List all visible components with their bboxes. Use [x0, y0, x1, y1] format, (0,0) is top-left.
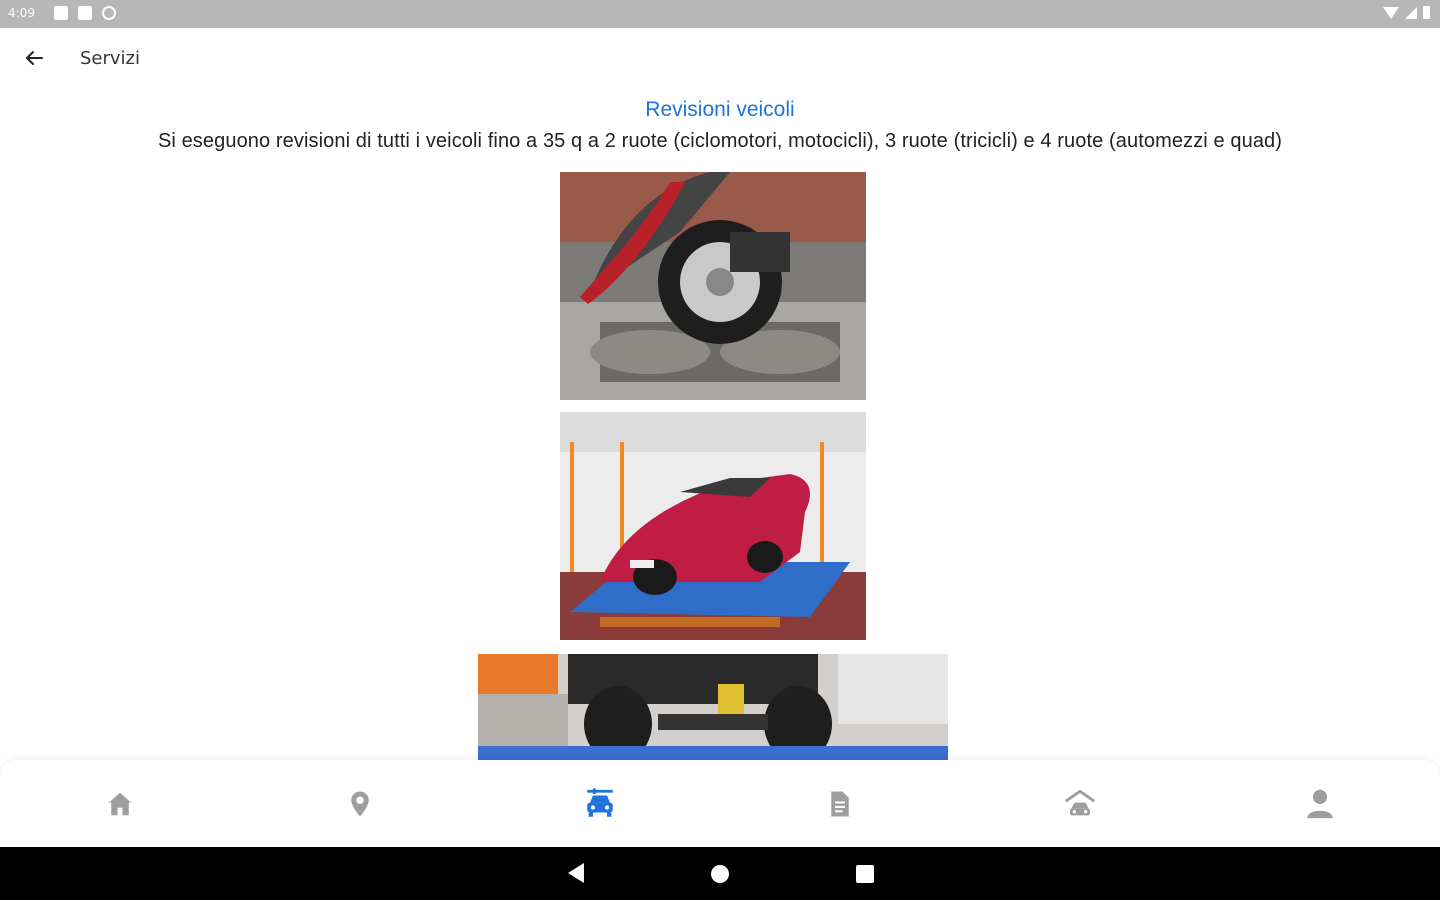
car-service-icon — [587, 788, 613, 817]
back-button[interactable] — [18, 42, 50, 74]
wifi-icon — [1383, 6, 1399, 19]
triangle-back-icon — [568, 863, 584, 883]
nav-services[interactable] — [578, 782, 622, 826]
square-recents-icon — [856, 865, 874, 883]
location-pin-icon — [351, 791, 369, 817]
app-bar: Servizi — [0, 28, 1440, 90]
nav-garage[interactable] — [1058, 782, 1102, 826]
bottom-navigation — [0, 760, 1440, 847]
system-recents-button[interactable] — [855, 864, 875, 888]
service-heading: Revisioni veicoli — [645, 98, 795, 121]
service-detail: Revisioni veicoli Si eseguono revisioni … — [0, 90, 1440, 760]
nav-documents[interactable] — [818, 782, 862, 826]
system-home-button[interactable] — [710, 864, 730, 888]
quad-test-photo — [478, 654, 948, 760]
system-navigation-bar — [0, 847, 1440, 900]
signal-icon — [1405, 6, 1417, 19]
system-back-button[interactable] — [566, 861, 586, 889]
nav-home[interactable] — [98, 782, 142, 826]
page-title: Servizi — [80, 48, 141, 69]
status-system-icons — [1383, 6, 1430, 19]
nav-profile[interactable] — [1298, 782, 1342, 826]
sync-icon — [102, 6, 116, 20]
service-description: Si eseguono revisioni di tutti i veicoli… — [157, 130, 1283, 152]
status-bar: 4:09 — [0, 0, 1440, 28]
sd-card-icon — [78, 6, 92, 20]
circle-home-icon — [711, 865, 729, 883]
status-time: 4:09 — [8, 6, 35, 20]
scooter-test-photo — [560, 172, 866, 400]
garage-car-icon — [1065, 789, 1095, 816]
document-icon — [831, 791, 849, 817]
status-notification-icons — [54, 6, 116, 20]
person-icon — [1307, 789, 1333, 819]
notification-icon — [54, 6, 68, 20]
home-icon — [108, 792, 132, 816]
arrow-back-icon — [26, 51, 43, 65]
nav-location[interactable] — [338, 782, 382, 826]
battery-icon — [1423, 6, 1430, 19]
car-test-photo — [560, 412, 866, 640]
